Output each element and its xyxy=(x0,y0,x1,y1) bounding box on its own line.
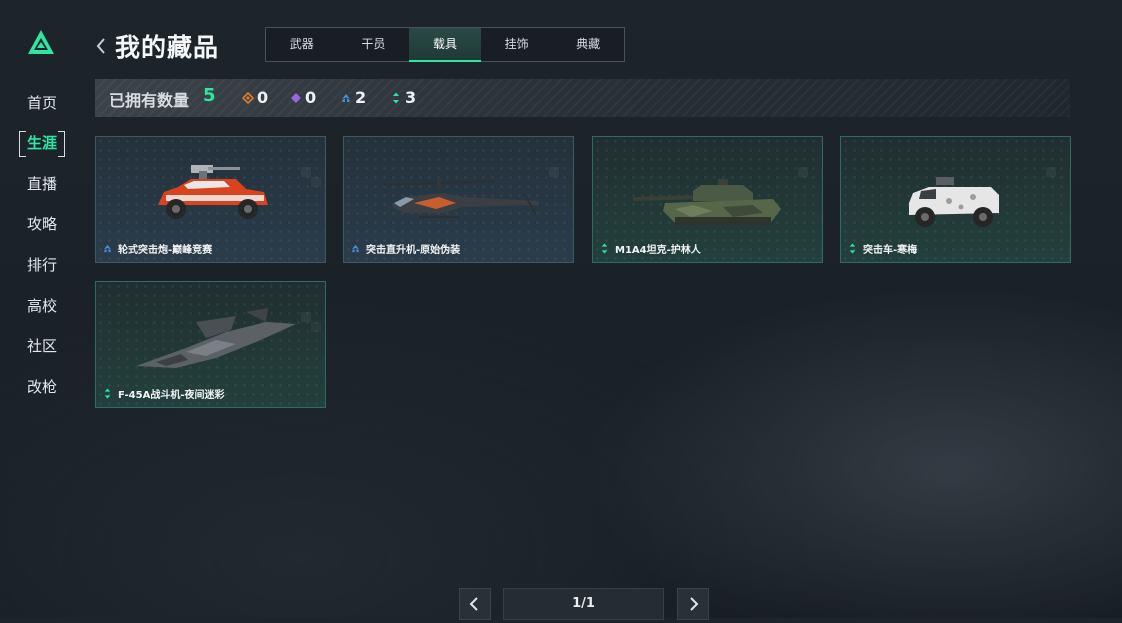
item-name: 突击车-寒梅 xyxy=(863,245,918,256)
nav-label: 社区 xyxy=(26,337,57,355)
nav-label: 首页 xyxy=(26,94,57,112)
rarity-green-count: 3 xyxy=(390,88,416,107)
item-label: 轮式突击炮-巅峰竞赛 xyxy=(102,241,212,256)
item-card-attack-helicopter[interactable]: 突击直升机-原始伪装 xyxy=(343,136,574,263)
blue-rarity-icon xyxy=(103,244,112,253)
nav-item-community[interactable]: 社区 xyxy=(16,332,68,360)
rarity-count: 0 xyxy=(305,88,317,107)
nav-item-home[interactable]: 首页 xyxy=(16,89,68,117)
nav-item-gunsmith[interactable]: 改枪 xyxy=(16,373,68,401)
back-chevron-icon[interactable] xyxy=(93,34,109,58)
item-name: F-45A战斗机-夜间迷彩 xyxy=(118,390,225,401)
nav-label: 攻略 xyxy=(26,215,57,233)
green-arrows-icon xyxy=(393,92,399,103)
nav-item-guides[interactable]: 攻略 xyxy=(16,210,68,238)
owned-count-label: 已拥有数量 xyxy=(109,91,190,110)
nav-item-live[interactable]: 直播 xyxy=(16,170,68,198)
rarity-count: 3 xyxy=(405,88,417,107)
fighter-jet-image xyxy=(136,308,321,368)
page-title: 我的藏品 xyxy=(115,33,220,62)
item-card-assault-car[interactable]: 突击车-寒梅 xyxy=(840,136,1071,263)
nav-item-rankings[interactable]: 排行 xyxy=(16,251,68,279)
blue-rarity-icon xyxy=(351,244,360,253)
previous-page-button[interactable] xyxy=(459,588,491,620)
nav-item-career[interactable]: 生涯 xyxy=(16,129,68,157)
green-rarity-icon xyxy=(601,243,608,254)
item-name: 突击直升机-原始伪装 xyxy=(366,245,461,256)
wheeled-assault-gun-image xyxy=(158,165,321,219)
tab-collection[interactable]: 典藏 xyxy=(552,28,624,61)
tank-image xyxy=(632,167,808,225)
purple-diamond-icon xyxy=(291,92,301,103)
chevron-left-icon xyxy=(469,597,478,611)
nav-label: 高校 xyxy=(26,297,57,315)
chevron-right-icon xyxy=(690,597,699,611)
nav-label: 生涯 xyxy=(26,134,57,152)
app-logo-icon[interactable] xyxy=(26,28,56,56)
item-label: F-45A战斗机-夜间迷彩 xyxy=(102,386,224,401)
owned-count-value: 5 xyxy=(203,85,216,106)
item-label: 突击直升机-原始伪装 xyxy=(350,241,460,256)
next-page-button[interactable] xyxy=(677,588,709,620)
rarity-orange-count: 0 xyxy=(242,88,268,107)
assault-car-image xyxy=(909,167,1056,227)
item-label: M1A4坦克-护林人 xyxy=(599,241,701,256)
item-card-fighter-jet[interactable]: F-45A战斗机-夜间迷彩 xyxy=(95,281,326,408)
blue-chevron-icon xyxy=(342,93,350,102)
tab-vehicles[interactable]: 载具 xyxy=(409,28,481,62)
rarity-count: 2 xyxy=(355,88,367,107)
ownership-stats-bar: 已拥有数量 5 0 0 2 3 xyxy=(95,79,1070,117)
orange-diamond-icon xyxy=(242,91,254,104)
item-label: 突击车-寒梅 xyxy=(847,241,917,256)
tab-weapons[interactable]: 武器 xyxy=(266,28,338,61)
item-name: 轮式突击炮-巅峰竞赛 xyxy=(118,245,213,256)
nav-label: 直播 xyxy=(26,175,57,193)
rarity-count: 0 xyxy=(257,88,269,107)
rarity-purple-count: 0 xyxy=(290,88,316,107)
green-rarity-icon xyxy=(104,388,111,399)
nav-item-colleges[interactable]: 高校 xyxy=(16,292,68,320)
green-rarity-icon xyxy=(849,243,856,254)
attack-helicopter-image xyxy=(383,167,559,218)
category-tabs: 武器 干员 载具 挂饰 典藏 xyxy=(265,27,625,62)
nav-label: 排行 xyxy=(26,256,57,274)
tab-operators[interactable]: 干员 xyxy=(338,28,410,61)
page-indicator: 1/1 xyxy=(503,588,664,620)
item-card-tank[interactable]: M1A4坦克-护林人 xyxy=(592,136,823,263)
nav-label: 改枪 xyxy=(26,378,57,396)
item-card-wheeled-assault-gun[interactable]: 轮式突击炮-巅峰竞赛 xyxy=(95,136,326,263)
item-name: M1A4坦克-护林人 xyxy=(615,245,701,256)
rarity-blue-count: 2 xyxy=(340,88,366,107)
tab-charms[interactable]: 挂饰 xyxy=(481,28,553,61)
